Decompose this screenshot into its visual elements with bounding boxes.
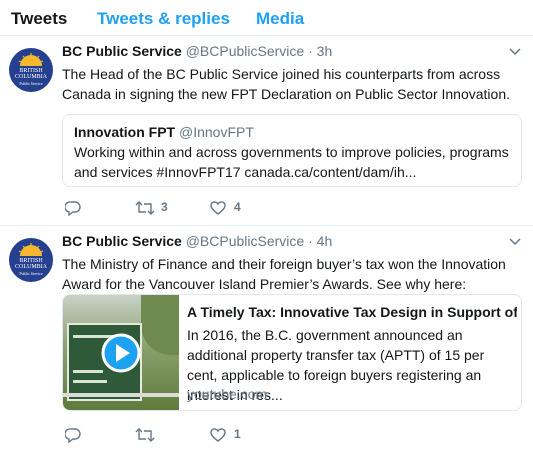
like-button[interactable]: 4: [209, 198, 249, 218]
tweet-actions: 3 4: [62, 198, 362, 218]
tab-media[interactable]: Media: [256, 9, 304, 29]
tweet-text: The Head of the BC Public Service joined…: [62, 66, 511, 102]
avatar[interactable]: BRITISH COLUMBIA Public Service: [9, 238, 53, 282]
author-name[interactable]: BC Public Service: [62, 233, 182, 249]
tweet[interactable]: BRITISH COLUMBIA Public Service BC Publi…: [0, 226, 533, 451]
play-icon[interactable]: [101, 333, 141, 373]
retweet-icon: [135, 201, 155, 215]
timestamp[interactable]: 4h: [317, 233, 333, 249]
thumbnail-fence: [63, 393, 179, 397]
tweet[interactable]: BRITISH COLUMBIA Public Service BC Publi…: [0, 36, 533, 226]
avatar-text: Public Service: [19, 271, 43, 276]
retweet-icon: [135, 428, 155, 442]
reply-icon: [65, 201, 81, 216]
like-count: 4: [234, 200, 241, 214]
avatar[interactable]: BRITISH COLUMBIA Public Service: [9, 48, 53, 92]
reply-button[interactable]: [65, 425, 85, 445]
separator: ·: [308, 43, 313, 59]
thumbnail-tree: [141, 295, 179, 355]
retweet-count: 3: [161, 200, 168, 214]
tweet-header: BC Public Service @BCPublicService · 3h: [62, 43, 332, 59]
tweet-actions: 1: [62, 425, 362, 445]
separator: ·: [308, 233, 313, 249]
tab-tweets[interactable]: Tweets: [11, 9, 67, 29]
tweet-header: BC Public Service @BCPublicService · 4h: [62, 233, 332, 249]
card-title: A Timely Tax: Innovative Tax Design in S…: [187, 304, 517, 320]
timestamp[interactable]: 3h: [317, 43, 333, 59]
retweet-button[interactable]: 3: [135, 198, 175, 218]
author-handle[interactable]: @BCPublicService: [186, 43, 304, 59]
quoted-author-name: Innovation FPT: [74, 124, 176, 140]
profile-tabs: Tweets Tweets & replies Media: [0, 0, 533, 36]
chevron-down-icon[interactable]: [509, 48, 521, 56]
quoted-tweet[interactable]: Innovation FPT @InnovFPT Working within …: [62, 114, 522, 187]
link-card[interactable]: A Timely Tax: Innovative Tax Design in S…: [62, 294, 522, 411]
video-thumbnail[interactable]: [63, 295, 179, 410]
avatar-text: COLUMBIA: [14, 74, 47, 80]
tweet-text: The Ministry of Finance and their foreig…: [62, 256, 506, 292]
quoted-author-handle: @InnovFPT: [179, 124, 254, 140]
chevron-down-icon[interactable]: [509, 238, 521, 246]
quoted-tweet-header: Innovation FPT @InnovFPT: [74, 124, 254, 140]
heart-icon: [210, 428, 226, 442]
avatar-text: Public Service: [19, 81, 43, 86]
sign-line: [73, 370, 103, 373]
bc-sun-logo-icon: [18, 243, 44, 256]
card-domain: youtube.com: [187, 386, 268, 402]
sign-line: [73, 380, 107, 383]
like-count: 1: [234, 427, 241, 441]
author-name[interactable]: BC Public Service: [62, 43, 182, 59]
tab-tweets-and-replies[interactable]: Tweets & replies: [97, 9, 230, 29]
reply-button[interactable]: [65, 198, 85, 218]
reply-icon: [65, 428, 81, 443]
author-handle[interactable]: @BCPublicService: [186, 233, 304, 249]
avatar-text: COLUMBIA: [14, 264, 47, 270]
bc-sun-logo-icon: [18, 53, 44, 66]
retweet-button[interactable]: [135, 425, 175, 445]
quoted-tweet-text: Working within and across governments to…: [74, 144, 509, 180]
heart-icon: [210, 201, 226, 215]
like-button[interactable]: 1: [209, 425, 249, 445]
